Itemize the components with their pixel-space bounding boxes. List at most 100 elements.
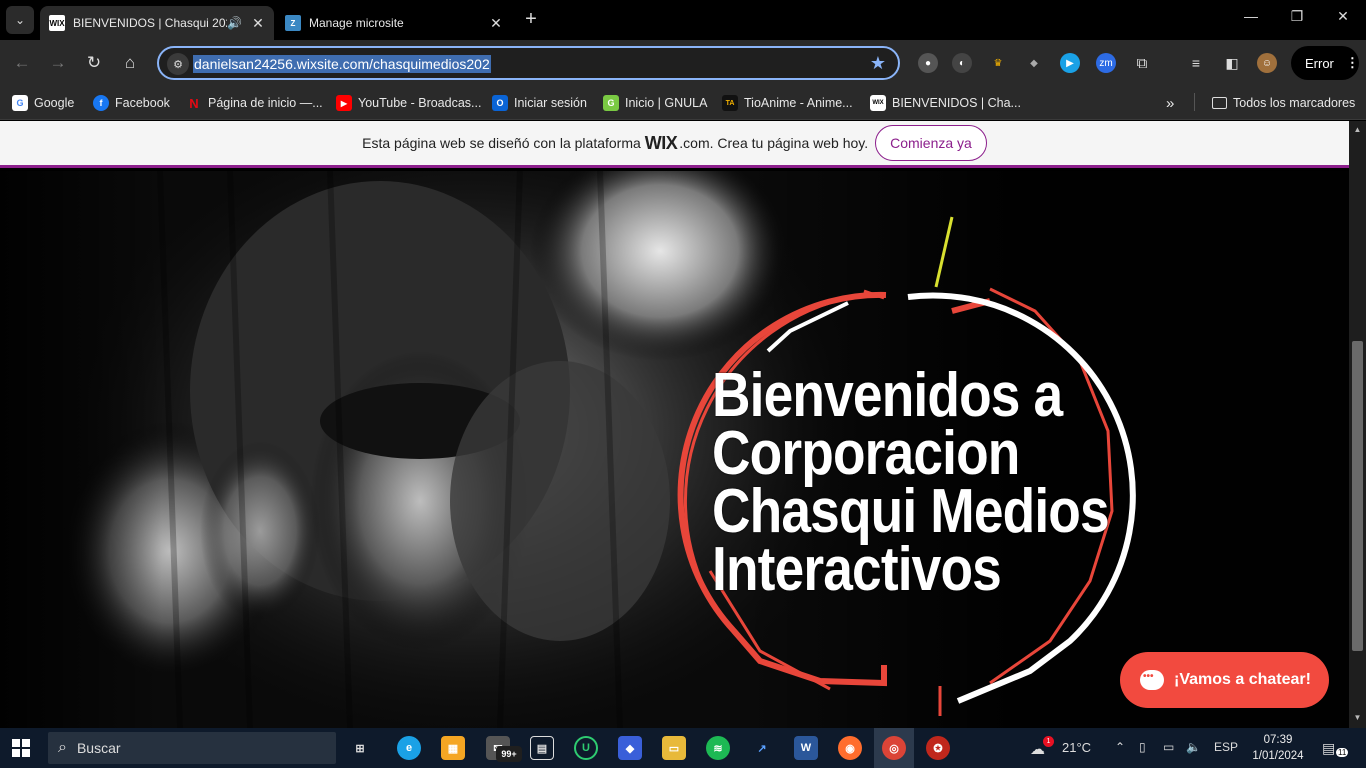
firefox-icon[interactable]: ◉ <box>838 736 862 760</box>
hero-title-line: Bienvenidos a <box>712 361 1063 430</box>
hero-section: Bienvenidos a Corporacion Chasqui Medios… <box>0 171 1349 728</box>
drop-extension-icon[interactable]: ◆ <box>1024 53 1044 73</box>
hero-title: Bienvenidos a Corporacion Chasqui Medios… <box>712 361 1110 604</box>
forward-button[interactable]: → <box>47 53 69 73</box>
copilot-icon[interactable]: ◆ <box>618 736 642 760</box>
bookmark-label: Facebook <box>115 96 170 110</box>
gnula-icon: G <box>603 95 619 111</box>
clock-time: 07:39 <box>1263 734 1293 746</box>
bookmark-tioanime[interactable]: TA TioAnime - Anime... <box>722 93 853 113</box>
bookmark-label: Inicio | GNULA <box>625 96 708 110</box>
bookmark-star-icon[interactable]: ★ <box>870 53 886 74</box>
tab-close-button[interactable]: ✕ <box>486 15 506 32</box>
edge-icon[interactable]: e <box>397 736 421 760</box>
speaker-icon[interactable]: 🔊 <box>227 16 242 30</box>
notifications-icon[interactable]: ▤ <box>1322 740 1335 757</box>
scrollbar-thumb[interactable] <box>1352 341 1363 651</box>
file-explorer-icon[interactable]: ▭ <box>662 736 686 760</box>
bookmarks-divider <box>1194 93 1195 111</box>
all-bookmarks-folder[interactable]: Todos los marcadores <box>1212 93 1355 113</box>
notifications-count: 11 <box>1336 748 1349 757</box>
reload-button[interactable]: ↻ <box>83 53 105 73</box>
page-scrollbar[interactable]: ▲ ▼ <box>1349 121 1366 728</box>
bookmark-outlook[interactable]: O Iniciar sesión <box>492 93 587 113</box>
error-profile-button[interactable]: Error ⋮ <box>1291 46 1359 80</box>
url-text[interactable]: danielsan24256.wixsite.com/chasquimedios… <box>193 55 491 73</box>
u-app-icon[interactable]: U <box>574 736 598 760</box>
puzzle-icon[interactable]: ⧉ <box>1132 53 1152 73</box>
wix-promo-banner: Esta página web se diseñó con la platafo… <box>0 121 1349 168</box>
search-placeholder: Buscar <box>76 740 121 756</box>
bookmark-facebook[interactable]: f Facebook <box>93 93 170 113</box>
app-red-icon[interactable]: ✪ <box>926 736 950 760</box>
wix-logo[interactable]: WIX <box>645 133 678 154</box>
bookmark-label: Google <box>34 96 75 110</box>
tab-close-button[interactable]: ✕ <box>248 15 268 32</box>
zoom-extension-icon[interactable]: zm <box>1096 53 1116 73</box>
bookmark-gnula[interactable]: G Inicio | GNULA <box>603 93 707 113</box>
weather-badge: 1 <box>1043 736 1054 747</box>
windows-taskbar: ⌕ Buscar ⊞ e ▦ ✉ 99+ ▤ U ◆ ▭ ≋ ↗ W ◉ ◎ ✪… <box>0 728 1366 768</box>
tab-search-button[interactable]: ⌄ <box>6 6 34 34</box>
word-icon[interactable]: W <box>794 736 818 760</box>
crown-extension-icon[interactable]: ♛ <box>988 53 1008 73</box>
profile-avatar[interactable]: ☺ <box>1257 53 1277 73</box>
media-control-icon[interactable]: ≡ <box>1186 53 1206 73</box>
back-button[interactable]: ← <box>11 53 33 73</box>
scroll-up-arrow-icon[interactable]: ▲ <box>1349 125 1366 134</box>
tab-manage-microsite[interactable]: Z Manage microsite ✕ <box>276 6 512 40</box>
extension-icon[interactable]: ◐ <box>952 53 972 73</box>
store-icon[interactable]: ▦ <box>441 736 465 760</box>
bookmark-bienvenidos[interactable]: WIX BIENVENIDOS | Cha... <box>870 93 1021 113</box>
bookmark-youtube[interactable]: ▶ YouTube - Broadcas... <box>336 93 481 113</box>
netflix-icon: N <box>189 95 199 111</box>
windows-start-icon[interactable] <box>12 739 30 757</box>
clock[interactable]: 07:39 1/01/2024 <box>1252 732 1304 764</box>
new-tab-button[interactable]: + <box>520 9 542 31</box>
outlook-icon: O <box>492 95 508 111</box>
clock-date: 1/01/2024 <box>1252 750 1304 762</box>
battery-icon[interactable]: ▯ <box>1139 740 1146 754</box>
hero-title-line: Chasqui Medios <box>712 477 1110 546</box>
chat-label: ¡Vamos a chatear! <box>1174 671 1311 688</box>
wix-banner-text-2: .com. Crea tu página web hoy. <box>679 135 869 151</box>
tab-bienvenidos[interactable]: WIX BIENVENIDOS | Chasqui 2023 🔊 ✕ <box>40 6 274 40</box>
bookmark-label: BIENVENIDOS | Cha... <box>892 96 1021 110</box>
bookmark-label: TioAnime - Anime... <box>744 96 853 110</box>
restore-button[interactable]: ❐ <box>1274 8 1320 25</box>
error-label: Error <box>1305 55 1334 71</box>
bookmarks-overflow-button[interactable]: » <box>1166 93 1174 113</box>
home-button[interactable]: ⌂ <box>119 53 141 73</box>
site-info-icon[interactable]: ⚙ <box>167 53 189 75</box>
hero-title-line: Interactivos <box>712 535 1002 604</box>
menu-icon[interactable]: ⋮ <box>1346 55 1359 71</box>
media-player-icon[interactable]: ▤ <box>530 736 554 760</box>
bookmark-google[interactable]: G Google <box>12 93 74 113</box>
minimize-button[interactable]: — <box>1228 8 1274 24</box>
wix-icon: WIX <box>870 95 886 111</box>
spotify-icon[interactable]: ≋ <box>706 736 730 760</box>
weather-temp[interactable]: 21°C <box>1062 740 1091 755</box>
extension-icon[interactable]: ● <box>918 53 938 73</box>
start-now-button[interactable]: Comienza ya <box>875 125 987 161</box>
app-icon[interactable]: ↗ <box>750 736 774 760</box>
language-indicator[interactable]: ESP <box>1214 740 1238 754</box>
chat-button[interactable]: ¡Vamos a chatear! <box>1120 652 1329 708</box>
window-close-button[interactable]: ✕ <box>1320 8 1366 25</box>
extension-icon[interactable]: ▶ <box>1060 53 1080 73</box>
address-bar[interactable]: ⚙ danielsan24256.wixsite.com/chasquimedi… <box>157 46 900 80</box>
bookmark-label: Iniciar sesión <box>514 96 587 110</box>
facebook-icon: f <box>93 95 109 111</box>
task-view-icon[interactable]: ⊞ <box>348 736 372 760</box>
bookmark-label: Todos los marcadores <box>1233 96 1356 110</box>
bookmark-netflix[interactable]: N Página de inicio —... <box>186 93 322 113</box>
volume-icon[interactable]: 🔈 <box>1186 740 1201 754</box>
taskbar-search[interactable]: ⌕ Buscar <box>48 732 336 764</box>
tab-title: Manage microsite <box>309 16 404 30</box>
scroll-down-arrow-icon[interactable]: ▼ <box>1349 713 1366 722</box>
chevron-up-icon[interactable]: ⌃ <box>1115 740 1125 754</box>
browser-toolbar: ← → ↻ ⌂ ⚙ danielsan24256.wixsite.com/cha… <box>0 40 1366 86</box>
network-icon[interactable]: ▭ <box>1163 740 1174 754</box>
side-panel-icon[interactable]: ◧ <box>1222 53 1242 73</box>
chrome-icon[interactable]: ◎ <box>882 736 906 760</box>
